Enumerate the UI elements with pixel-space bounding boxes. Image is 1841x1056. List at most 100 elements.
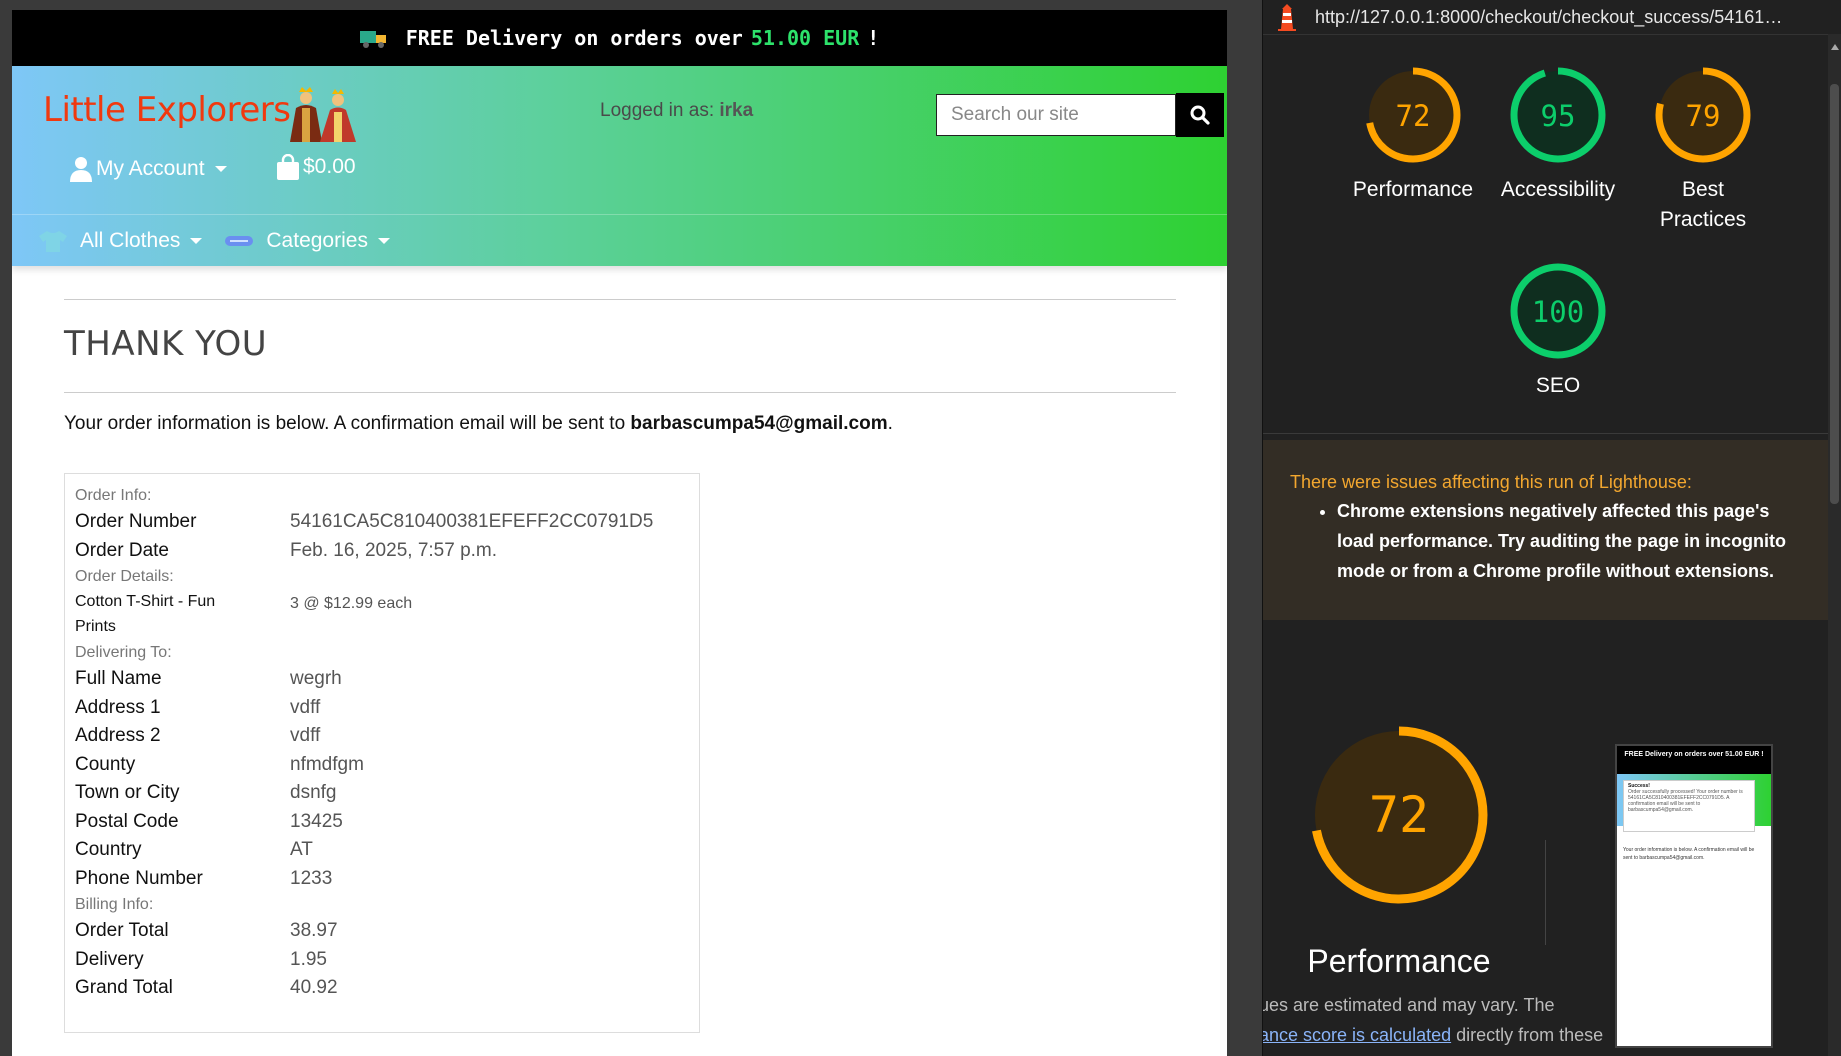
gauge-performance[interactable]: 72 Performance: [1343, 65, 1483, 205]
order-details-heading: Order Details:: [75, 568, 174, 585]
order-info-heading: Order Info:: [75, 487, 152, 504]
gauge-seo[interactable]: 100 SEO: [1488, 261, 1628, 401]
big-score-ring: 72: [1310, 726, 1488, 904]
chevron-down-icon: [214, 166, 227, 172]
row-value: vdff: [290, 725, 321, 746]
intro-end: .: [887, 413, 893, 434]
nav-categories[interactable]: Categories: [224, 229, 390, 253]
chevron-down-icon: [377, 238, 390, 244]
row-value: vdff: [290, 696, 321, 718]
order-date-row: Order Date Feb. 16, 2025, 7:57 p.m.: [75, 537, 689, 566]
order-date: Feb. 16, 2025, 7:57 p.m.: [290, 539, 498, 561]
big-score-value: 72: [1369, 786, 1429, 844]
footnote-line-1: ues are estimated and may vary. The: [1262, 995, 1555, 1015]
row-value: 1.95: [290, 948, 327, 970]
performance-detail: 72 Performance: [1299, 722, 1499, 980]
row-value: 40.92: [290, 977, 338, 998]
gauge-label: Best Practices: [1659, 178, 1747, 231]
scrollbar[interactable]: [1828, 34, 1841, 1056]
logged-in-user: irka: [719, 100, 754, 121]
site-logo[interactable]: Little Explorers: [43, 90, 291, 130]
row-label: Address 2: [75, 725, 161, 746]
order-summary-card: Order Info: Order Number 54161CA5C810400…: [64, 473, 700, 1033]
cart-link[interactable]: $0.00: [277, 154, 356, 180]
row-label: Address 1: [75, 696, 161, 718]
table-row: Address 1 vdff: [75, 694, 689, 723]
lighthouse-url[interactable]: http://127.0.0.1:8000/checkout/checkout_…: [1315, 7, 1782, 28]
user-icon: [70, 157, 92, 182]
free-delivery-banner: FREE Delivery on orders over 51.00 EUR !: [12, 10, 1227, 66]
final-screenshot-thumbnail[interactable]: FREE Delivery on orders over 51.00 EUR !…: [1615, 744, 1773, 1048]
score-value: 95: [1541, 99, 1576, 133]
row-label: Order Date: [75, 539, 169, 561]
score-value: 72: [1396, 99, 1431, 133]
divider: [64, 299, 1176, 300]
table-row: Order Total 38.97: [75, 917, 689, 946]
table-row: Country AT: [75, 836, 689, 865]
item-name: Cotton T-Shirt - Fun Prints: [75, 593, 216, 635]
row-label: County: [75, 753, 136, 775]
warning-title: There were issues affecting this run of …: [1290, 472, 1692, 492]
table-row: Postal Code 13425: [75, 808, 689, 837]
search-button[interactable]: [1176, 93, 1224, 137]
checkout-success-content: THANK YOU Your order information is belo…: [64, 299, 1176, 1033]
my-account-label: My Account: [96, 157, 205, 180]
nav-categories-label: Categories: [266, 229, 368, 252]
scrollbar-thumb[interactable]: [1830, 84, 1839, 504]
score-ring: 72: [1365, 67, 1461, 163]
thumb-header: Success! Order successfully processed! Y…: [1617, 774, 1771, 832]
row-label: Postal Code: [75, 810, 179, 832]
gauge-best-practices[interactable]: 79 Best Practices: [1633, 65, 1773, 235]
confirmation-email: barbascumpa54@gmail.com: [630, 413, 888, 434]
gauge-label: Accessibility: [1500, 178, 1616, 201]
score-ring: 100: [1510, 263, 1606, 359]
table-row: Phone Number 1233: [75, 865, 689, 894]
lighthouse-footnote: ues are estimated and may vary. The ance…: [1262, 990, 1603, 1050]
row-value: nfmdfgm: [290, 753, 364, 775]
search-input[interactable]: [936, 94, 1176, 136]
divider: [64, 392, 1176, 393]
nav-all-clothes[interactable]: All Clothes: [38, 229, 203, 253]
shirt-icon: [39, 231, 67, 252]
score-ring: 79: [1655, 67, 1751, 163]
table-row: Full Name wegrh: [75, 665, 689, 694]
table-row: Delivery 1.95: [75, 946, 689, 975]
confirmation-text: Your order information is below. A confi…: [64, 413, 1176, 435]
row-value: wegrh: [290, 668, 342, 689]
categories-icon: [225, 236, 254, 246]
row-value: 13425: [290, 810, 343, 832]
lighthouse-url-bar: http://127.0.0.1:8000/checkout/checkout_…: [1263, 0, 1841, 35]
warning-list: Chrome extensions negatively affected th…: [1313, 496, 1787, 586]
row-label: Order Total: [75, 920, 169, 941]
gauge-accessibility[interactable]: 95 Accessibility: [1488, 65, 1628, 205]
lighthouse-panel: http://127.0.0.1:8000/checkout/checkout_…: [1262, 0, 1841, 1056]
shop-page: FREE Delivery on orders over 51.00 EUR !…: [12, 10, 1227, 1056]
row-label: Country: [75, 839, 142, 860]
logged-in-prefix: Logged in as:: [600, 100, 715, 121]
intro-text: Your order information is below. A confi…: [64, 413, 626, 434]
banner-amount: 51.00 EUR: [750, 26, 860, 50]
gauge-label: Performance: [1352, 178, 1474, 201]
score-ring: 95: [1510, 67, 1606, 163]
search-form: [936, 93, 1224, 137]
table-row: Address 2 vdff: [75, 722, 689, 751]
nav-all-clothes-label: All Clothes: [80, 229, 181, 252]
order-item-row: Cotton T-Shirt - Fun Prints 3 @ $12.99 e…: [75, 589, 689, 641]
divider: [1545, 840, 1546, 945]
table-row: County nfmdfgm: [75, 751, 689, 780]
search-icon: [1190, 105, 1210, 125]
score-value: 100: [1532, 295, 1584, 329]
row-label: Full Name: [75, 668, 162, 689]
row-label: Order Number: [75, 511, 197, 532]
banner-text: FREE Delivery on orders over: [405, 26, 743, 50]
shopping-bag-icon: [277, 154, 299, 180]
row-label: Delivery: [75, 948, 144, 970]
scroll-up-icon: [1831, 44, 1839, 50]
row-value: 38.97: [290, 920, 338, 941]
billing-heading: Billing Info:: [75, 896, 154, 913]
site-header: Little Explorers My Account $0.00 Logged…: [12, 66, 1227, 266]
order-number-row: Order Number 54161CA5C810400381EFEFF2CC0…: [75, 508, 689, 537]
score-calculated-link[interactable]: ance score is calculated: [1263, 1025, 1451, 1045]
my-account-dropdown[interactable]: My Account: [70, 156, 227, 182]
score-gauges: 72 Performance 95 Accessibility 79 Best …: [1263, 35, 1841, 434]
